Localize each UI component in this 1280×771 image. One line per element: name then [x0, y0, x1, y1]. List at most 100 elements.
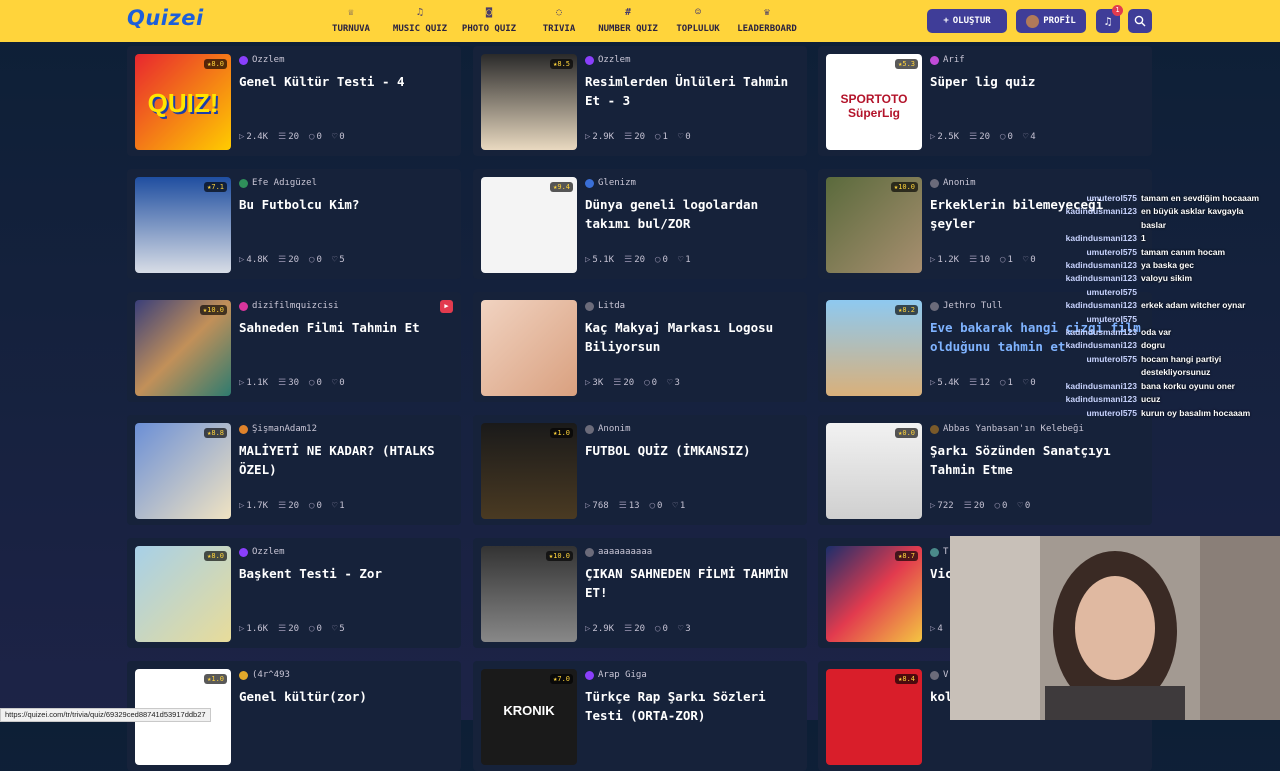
- quiz-thumbnail[interactable]: ★7.1: [135, 177, 231, 273]
- quiz-author[interactable]: Jethro Tull: [930, 301, 1003, 311]
- quiz-author[interactable]: Ozzlem: [585, 55, 631, 65]
- nav-topluluk[interactable]: ☺ TOPLULUK: [674, 7, 722, 37]
- quiz-stats: ▷ 5.4K ☰ 12 ◯ 1 ♡ 0: [930, 378, 1036, 388]
- profile-button[interactable]: PROFİL: [1016, 9, 1086, 33]
- quiz-thumbnail[interactable]: ★8.7: [826, 546, 922, 642]
- quiz-thumbnail[interactable]: KRONIK ★7.0: [481, 669, 577, 765]
- site-logo[interactable]: Quizei: [127, 6, 204, 30]
- quiz-author[interactable]: Efe Adıgüzel: [239, 178, 317, 188]
- chat-username: kadindusmani123: [1065, 327, 1137, 338]
- chat-text: bana korku oyunu oner: [1141, 380, 1235, 391]
- quiz-author[interactable]: dizifilmquizcisi: [239, 301, 339, 311]
- quiz-card[interactable]: ★10.0 dizifilmquizcisi Sahneden Filmi Tahm…: [127, 292, 461, 402]
- quiz-card[interactable]: ★8.5 Ozzlem Resimlerden Ünlüleri Tahmin Et…: [473, 46, 807, 156]
- quiz-thumbnail[interactable]: SPORTOTO SüperLig ★5.3: [826, 54, 922, 150]
- quiz-thumbnail[interactable]: ★10.0: [826, 177, 922, 273]
- quiz-card[interactable]: ★0.0 Abbas Yanbasan'ın Kelebeği Şarkı Sözü…: [818, 415, 1152, 525]
- search-button[interactable]: [1128, 9, 1152, 33]
- quiz-author[interactable]: V: [930, 670, 948, 680]
- quiz-author[interactable]: T: [930, 547, 948, 557]
- quiz-title[interactable]: Resimlerden Ünlüleri Tahmin Et - 3: [585, 72, 805, 110]
- quiz-author[interactable]: Anonim: [930, 178, 976, 188]
- quiz-author[interactable]: ŞişmanAdam12: [239, 424, 317, 434]
- nav-photo-quiz[interactable]: ◙ PHOTO QUIZ: [460, 7, 518, 37]
- quiz-thumbnail[interactable]: ★10.0: [135, 300, 231, 396]
- nav-leaderboard[interactable]: ♛ LEADERBOARD: [736, 7, 798, 37]
- quiz-title[interactable]: Türkçe Rap Şarkı Sözleri Testi (ORTA-ZOR…: [585, 687, 805, 725]
- chat-message: umuterol575 kurun oy basalım hocaaam: [1055, 407, 1280, 420]
- quiz-stats: ▷ 2.5K ☰ 20 ◯ 0 ♡ 4: [930, 132, 1036, 142]
- chat-username: kadindusmani123: [1065, 394, 1137, 405]
- quiz-thumbnail[interactable]: ★8.5: [481, 54, 577, 150]
- quiz-title[interactable]: Genel Kültür Testi - 4: [239, 72, 459, 91]
- rating-badge: ★0.0: [895, 428, 918, 438]
- quiz-title[interactable]: FUTBOL QUİZ (İMKANSIZ): [585, 441, 805, 460]
- quiz-author[interactable]: Ozzlem: [239, 547, 285, 557]
- quiz-card[interactable]: ★9.4 Glenizm Dünya geneli logolardan takım…: [473, 169, 807, 279]
- chat-message: kadindusmani123 valoyu sikim: [1055, 272, 1280, 285]
- quiz-author[interactable]: Ozzlem: [239, 55, 285, 65]
- quiz-thumbnail[interactable]: ★8.2: [826, 300, 922, 396]
- quiz-title[interactable]: Sahneden Filmi Tahmin Et: [239, 318, 459, 337]
- quiz-thumbnail[interactable]: QUIZ! ★8.0: [135, 54, 231, 150]
- comment-count: ◯ 0: [655, 624, 668, 634]
- nav-turnuva[interactable]: ♕ TURNUVA: [330, 7, 372, 37]
- quiz-title[interactable]: MALİYETİ NE KADAR? (HTALKS ÖZEL): [239, 441, 459, 479]
- quiz-card[interactable]: ★7.1 Efe Adıgüzel Bu Futbolcu Kim? ▷ 4.8K ☰ 20…: [127, 169, 461, 279]
- quiz-card[interactable]: Litda Kaç Makyaj Markası Logosu Biliyorsu…: [473, 292, 807, 402]
- chat-message: kadindusmani123 oda var: [1055, 326, 1280, 339]
- quiz-author[interactable]: aaaaaaaaaa: [585, 547, 652, 557]
- chat-text: tamam en sevdiğim hocaaam: [1141, 193, 1260, 203]
- quiz-card[interactable]: SPORTOTO SüperLig ★5.3 Arif Süper lig quiz ▷…: [818, 46, 1152, 156]
- quiz-card[interactable]: ★10.0 aaaaaaaaaa ÇIKAN SAHNEDEN FİLMİ TAHM…: [473, 538, 807, 648]
- comment-count: ◯ 0: [309, 501, 322, 511]
- chat-message: umuterol575 tamam canım hocam: [1055, 246, 1280, 259]
- quiz-title[interactable]: Bu Futbolcu Kim?: [239, 195, 459, 214]
- quiz-thumbnail[interactable]: [481, 300, 577, 396]
- quiz-title[interactable]: Başkent Testi - Zor: [239, 564, 459, 583]
- quiz-title[interactable]: Kaç Makyaj Markası Logosu Biliyorsun: [585, 318, 805, 356]
- plays-count: ▷ 1.1K: [239, 378, 269, 388]
- quiz-thumbnail[interactable]: ★0.0: [826, 423, 922, 519]
- quiz-card[interactable]: ★8.8 ŞişmanAdam12 MALİYETİ NE KADAR? (HTAL…: [127, 415, 461, 525]
- quiz-author[interactable]: Abbas Yanbasan'ın Kelebeği: [930, 424, 1084, 434]
- quiz-thumbnail[interactable]: ★8.8: [135, 423, 231, 519]
- quiz-thumbnail[interactable]: ★9.4: [481, 177, 577, 273]
- plays-count: ▷ 768: [585, 501, 609, 511]
- quiz-title[interactable]: Dünya geneli logolardan takımı bul/ZOR: [585, 195, 805, 233]
- nav-number-quiz[interactable]: # NUMBER QUIZ: [596, 7, 660, 37]
- quiz-card[interactable]: ★8.0 Ozzlem Başkent Testi - Zor ▷ 1.6K ☰ 20 ◯ 0 ♡…: [127, 538, 461, 648]
- author-avatar: [239, 55, 248, 65]
- author-name: ŞişmanAdam12: [252, 424, 318, 434]
- author-avatar: [239, 301, 248, 311]
- quiz-author[interactable]: Litda: [585, 301, 625, 311]
- quiz-author[interactable]: Arap Giga: [585, 670, 647, 680]
- rating-badge: ★8.7: [895, 551, 918, 561]
- quiz-author[interactable]: Arif: [930, 55, 965, 65]
- quiz-stats: ▷ 1.7K ☰ 20 ◯ 0 ♡ 1: [239, 501, 345, 511]
- nav-music-quiz[interactable]: ♫ MUSIC QUIZ: [391, 7, 449, 37]
- create-button[interactable]: + OLUŞTUR: [927, 9, 1007, 33]
- quiz-thumbnail[interactable]: ★8.0: [135, 546, 231, 642]
- quiz-card[interactable]: ★1.0 Anonim FUTBOL QUİZ (İMKANSIZ) ▷ 768 ☰ 13 ◯…: [473, 415, 807, 525]
- nav-trivia[interactable]: ◌ TRIVIA: [540, 7, 578, 37]
- quiz-title[interactable]: Süper lig quiz: [930, 72, 1150, 91]
- quiz-title[interactable]: Genel kültür(zor): [239, 687, 459, 706]
- author-avatar: [930, 670, 939, 680]
- author-avatar: [585, 547, 594, 557]
- quiz-author[interactable]: Glenizm: [585, 178, 636, 188]
- notifications-button[interactable]: ♫ 1: [1096, 5, 1123, 33]
- quiz-thumbnail[interactable]: ★10.0: [481, 546, 577, 642]
- chat-text: kurun oy basalım hocaaam: [1141, 407, 1251, 418]
- question-count: ☰ 20: [969, 132, 991, 142]
- quiz-title[interactable]: Şarkı Sözünden Sanatçıyı Tahmin Etme: [930, 441, 1150, 479]
- quiz-card[interactable]: KRONIK ★7.0 Arap Giga Türkçe Rap Şarkı Sözl…: [473, 661, 807, 771]
- quiz-thumbnail[interactable]: ★1.0: [481, 423, 577, 519]
- like-count: ♡ 1: [672, 501, 686, 511]
- quiz-thumbnail[interactable]: ★8.4: [826, 669, 922, 765]
- quiz-author[interactable]: (4r^493: [239, 670, 290, 680]
- comment-count: ◯ 0: [649, 501, 663, 511]
- quiz-card[interactable]: QUIZ! ★8.0 Ozzlem Genel Kültür Testi - 4 ▷ 2.…: [127, 46, 461, 156]
- quiz-author[interactable]: Anonim: [585, 424, 631, 434]
- quiz-title[interactable]: ÇIKAN SAHNEDEN FİLMİ TAHMİN ET!: [585, 564, 805, 602]
